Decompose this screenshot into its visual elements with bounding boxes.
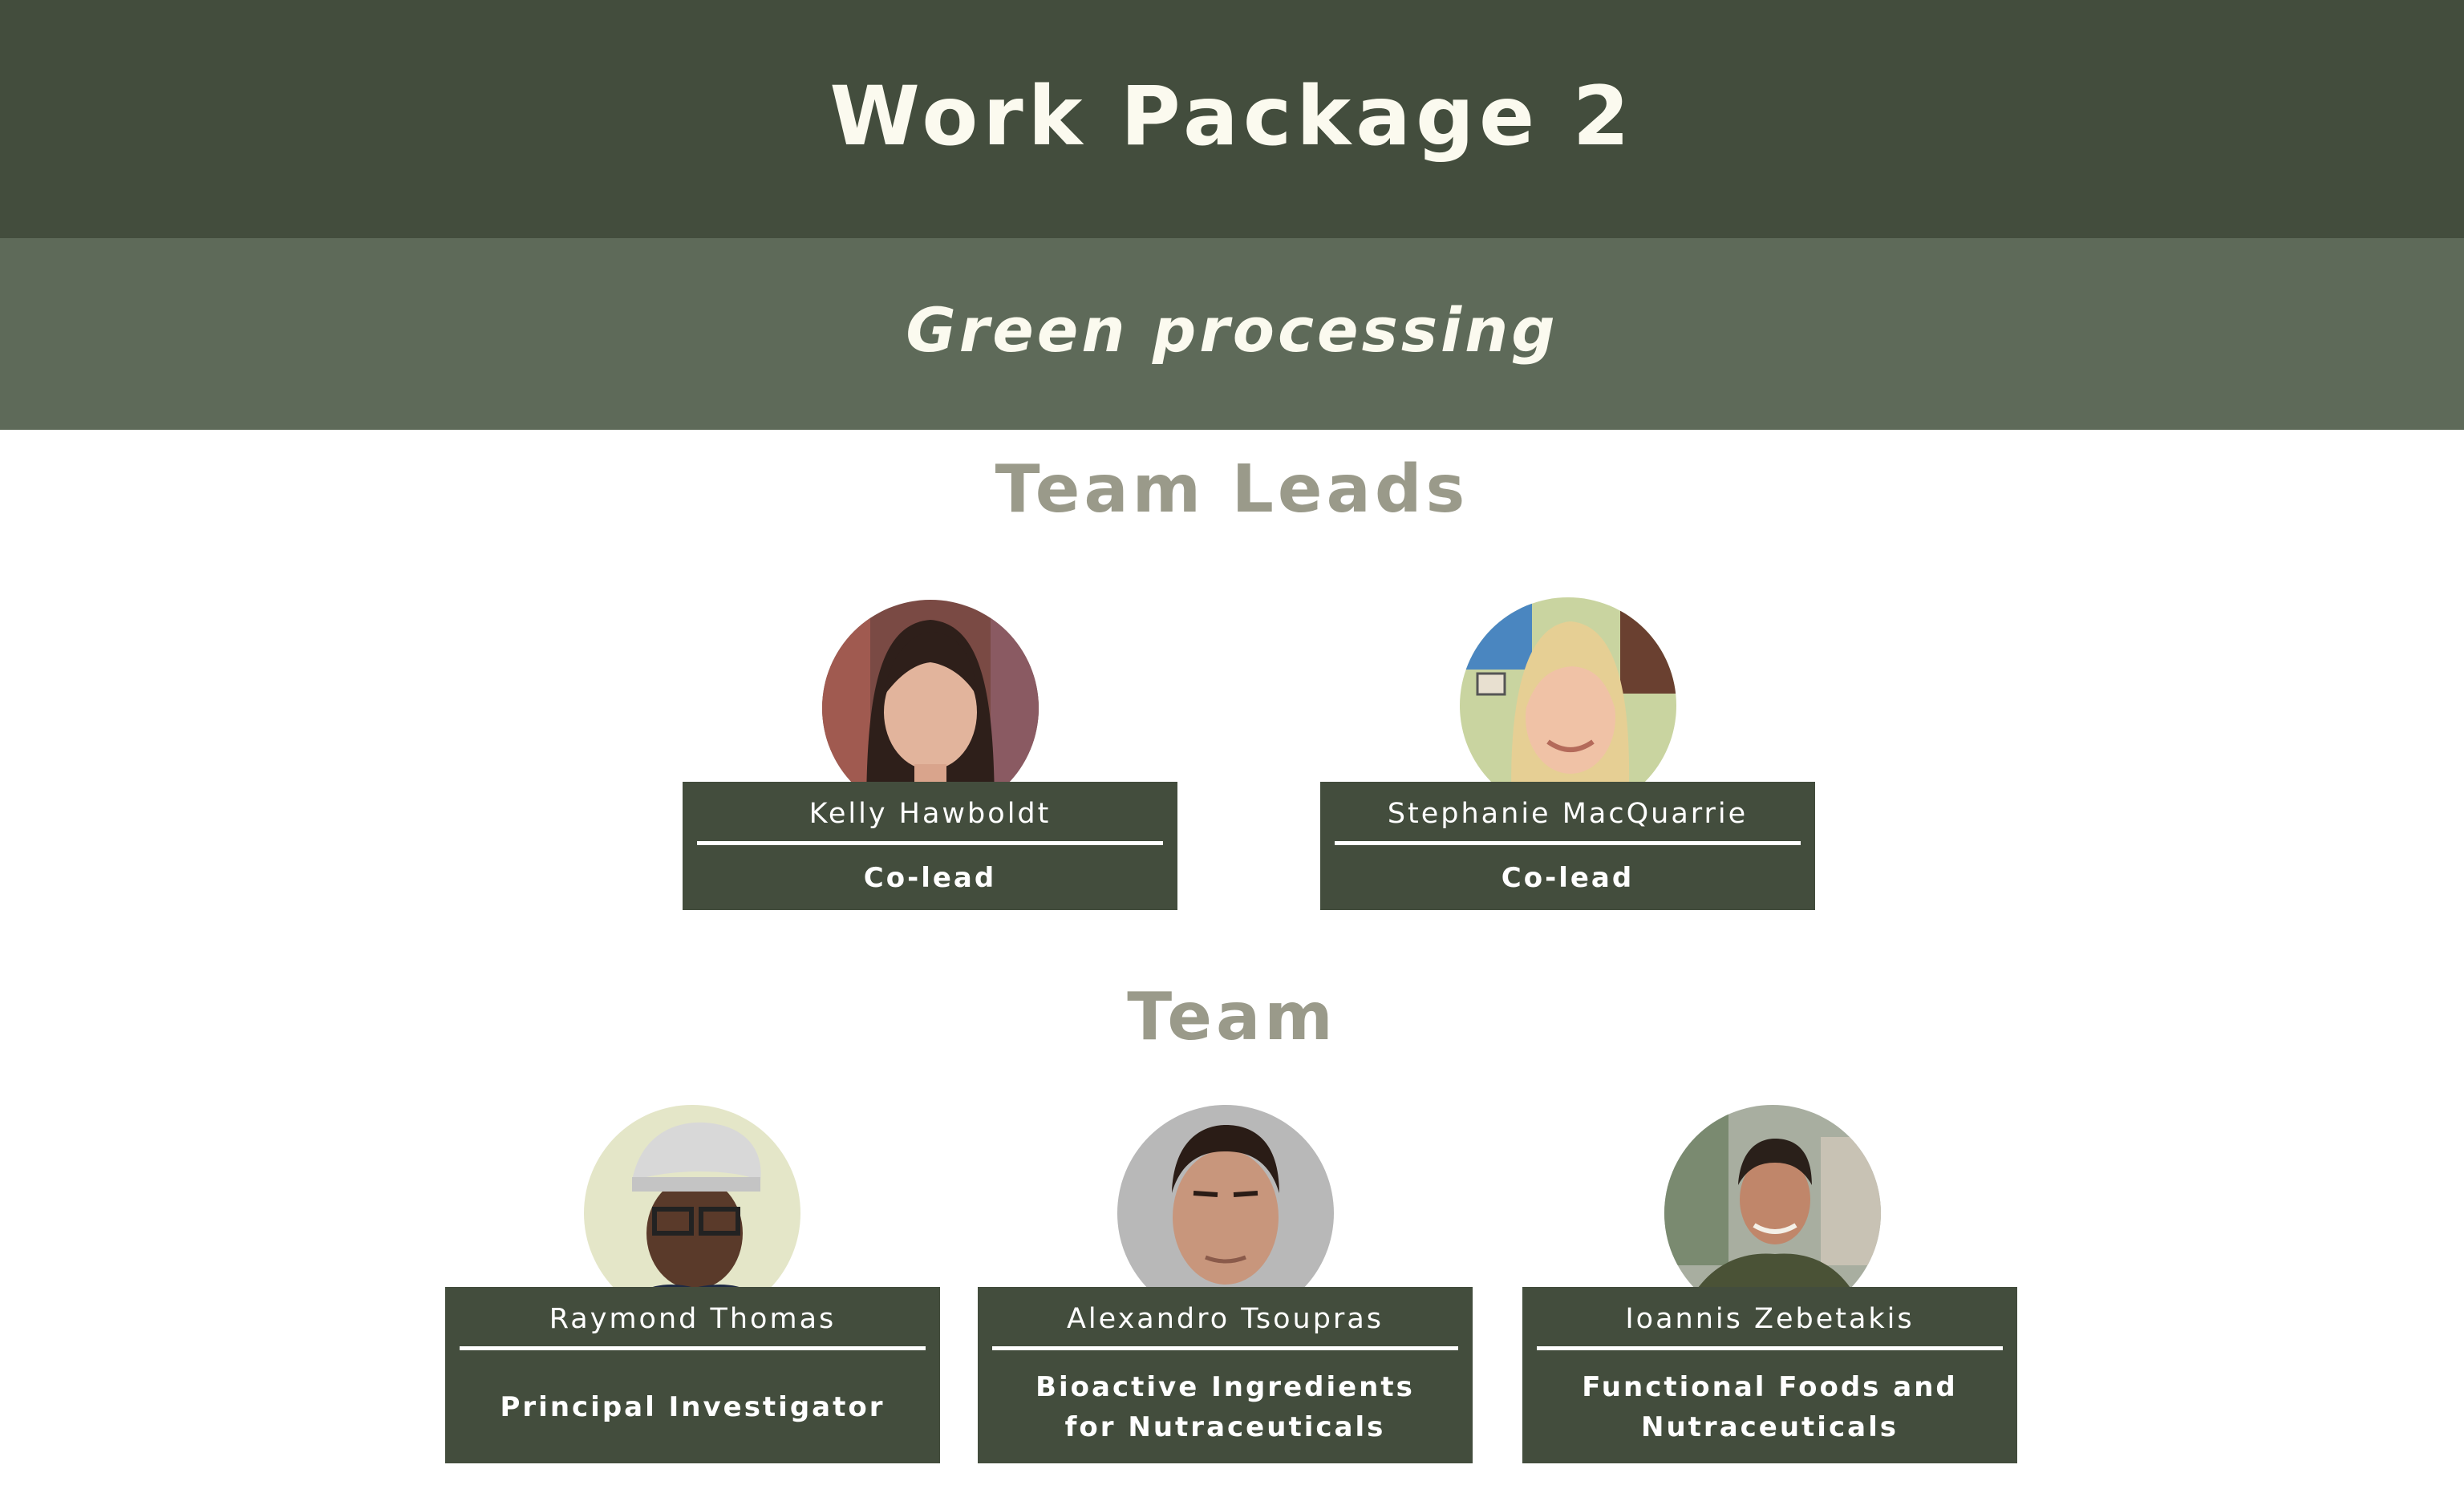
lead-name: Stephanie MacQuarrie <box>1387 798 1749 830</box>
team-card-alexandro-tsoupras: Alexandro Tsoupras Bioactive Ingredients… <box>978 1287 1473 1463</box>
team-member-name: Alexandro Tsoupras <box>1066 1303 1384 1335</box>
page-subtitle: Green processing <box>906 294 1558 366</box>
team-member-name: Raymond Thomas <box>549 1303 837 1335</box>
lead-card-kelly-hawboldt: Kelly Hawboldt Co-lead <box>683 782 1177 910</box>
team-card-raymond-thomas: Raymond Thomas Principal Investigator <box>445 1287 940 1463</box>
page-title: Work Package 2 <box>829 69 1635 164</box>
lead-name: Kelly Hawboldt <box>808 798 1052 830</box>
team-member-name: Ioannis Zebetakis <box>1625 1303 1915 1335</box>
lead-card-stephanie-macquarrie: Stephanie MacQuarrie Co-lead <box>1320 782 1815 910</box>
header-band: Work Package 2 <box>0 0 2464 238</box>
team-heading: Team <box>1127 979 1337 1055</box>
team-card-ioannis-zebetakis: Ioannis Zebetakis Functional Foods and N… <box>1522 1287 2017 1463</box>
subtitle-band: Green processing <box>0 238 2464 430</box>
team-member-role: Principal Investigator <box>500 1390 886 1423</box>
team-member-role: Bioactive Ingredients for Nutraceuticals <box>1035 1370 1415 1443</box>
lead-role: Co-lead <box>1501 861 1635 894</box>
lead-role: Co-lead <box>863 861 997 894</box>
team-leads-heading: Team Leads <box>995 451 1469 528</box>
team-member-role: Functional Foods and Nutraceuticals <box>1582 1370 1958 1443</box>
